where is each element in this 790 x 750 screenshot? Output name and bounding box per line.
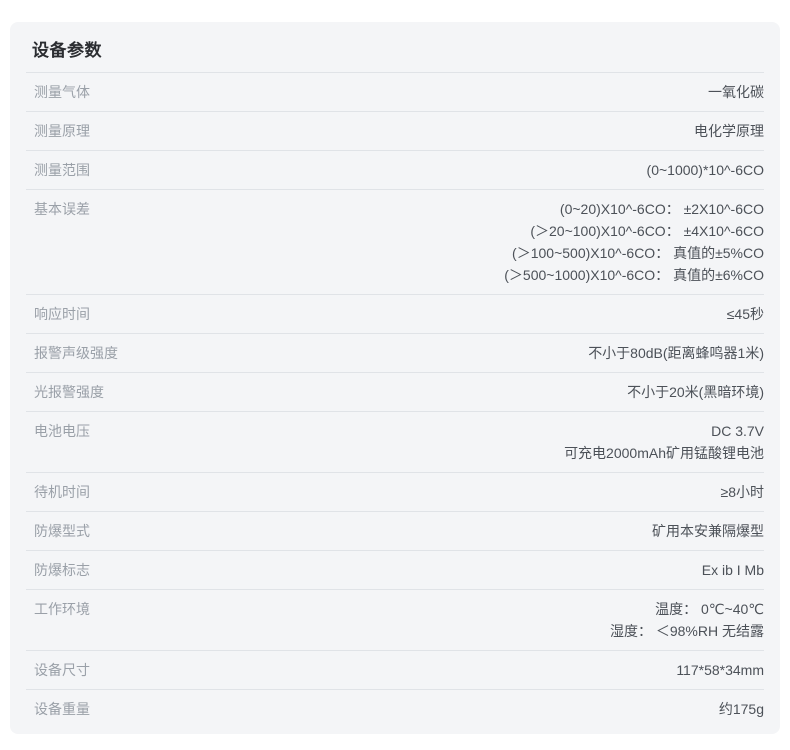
spec-label: 防爆标志 [26,559,90,581]
spec-value: ≥8小时 [90,481,764,503]
spec-value-line: 约175g [90,698,764,720]
spec-label: 待机时间 [26,481,90,503]
device-parameters-card: 设备参数 测量气体 一氧化碳 测量原理 电化学原理 测量范围 (0~1000)*… [10,22,780,734]
spec-value-line: 温度： 0℃~40℃ [90,598,764,620]
spec-value: (0~1000)*10^-6CO [90,159,764,181]
spec-label: 设备尺寸 [26,659,90,681]
spec-label: 设备重量 [26,698,90,720]
table-row: 电池电压 DC 3.7V可充电2000mAh矿用锰酸锂电池 [26,411,764,472]
spec-table: 测量气体 一氧化碳 测量原理 电化学原理 测量范围 (0~1000)*10^-6… [26,72,764,728]
table-row: 测量气体 一氧化碳 [26,72,764,111]
spec-value-line: 117*58*34mm [90,659,764,681]
spec-value: 一氧化碳 [90,81,764,103]
spec-label: 测量气体 [26,81,90,103]
spec-value: ≤45秒 [90,303,764,325]
spec-value: 117*58*34mm [90,659,764,681]
spec-value-line: (＞20~100)X10^-6CO： ±4X10^-6CO [90,220,764,242]
spec-value-line: (0~1000)*10^-6CO [90,159,764,181]
spec-value-line: 不小于20米(黑暗环境) [104,381,764,403]
table-row: 待机时间 ≥8小时 [26,472,764,511]
table-row: 工作环境 温度： 0℃~40℃湿度： ＜98%RH 无结露 [26,589,764,650]
spec-label: 报警声级强度 [26,342,118,364]
spec-value: 温度： 0℃~40℃湿度： ＜98%RH 无结露 [90,598,764,642]
spec-label: 光报警强度 [26,381,104,403]
spec-label: 基本误差 [26,198,90,220]
table-row: 测量原理 电化学原理 [26,111,764,150]
spec-value-line: 湿度： ＜98%RH 无结露 [90,620,764,642]
page-title: 设备参数 [26,22,764,72]
table-row: 防爆标志 Ex ib I Mb [26,550,764,589]
spec-value-line: (＞500~1000)X10^-6CO： 真值的±6%CO [90,264,764,286]
spec-value-line: DC 3.7V [90,420,764,442]
spec-value: 不小于80dB(距离蜂鸣器1米) [118,342,764,364]
table-row: 光报警强度 不小于20米(黑暗环境) [26,372,764,411]
spec-label: 测量原理 [26,120,90,142]
table-row: 防爆型式 矿用本安兼隔爆型 [26,511,764,550]
spec-label: 响应时间 [26,303,90,325]
spec-value-line: ≤45秒 [90,303,764,325]
spec-value-line: ≥8小时 [90,481,764,503]
table-row: 报警声级强度 不小于80dB(距离蜂鸣器1米) [26,333,764,372]
spec-value-line: 不小于80dB(距离蜂鸣器1米) [118,342,764,364]
spec-value: Ex ib I Mb [90,559,764,581]
spec-value: 电化学原理 [90,120,764,142]
spec-label: 测量范围 [26,159,90,181]
table-row: 设备重量 约175g [26,689,764,728]
spec-value-line: (0~20)X10^-6CO： ±2X10^-6CO [90,198,764,220]
spec-value-line: 电化学原理 [90,120,764,142]
table-row: 设备尺寸 117*58*34mm [26,650,764,689]
spec-value: 不小于20米(黑暗环境) [104,381,764,403]
spec-value: 约175g [90,698,764,720]
spec-label: 工作环境 [26,598,90,620]
spec-value: 矿用本安兼隔爆型 [90,520,764,542]
spec-value: DC 3.7V可充电2000mAh矿用锰酸锂电池 [90,420,764,464]
spec-value-line: 一氧化碳 [90,81,764,103]
spec-value: (0~20)X10^-6CO： ±2X10^-6CO(＞20~100)X10^-… [90,198,764,286]
spec-value-line: 可充电2000mAh矿用锰酸锂电池 [90,442,764,464]
spec-label: 防爆型式 [26,520,90,542]
spec-value-line: Ex ib I Mb [90,559,764,581]
spec-value-line: 矿用本安兼隔爆型 [90,520,764,542]
table-row: 测量范围 (0~1000)*10^-6CO [26,150,764,189]
spec-value-line: (＞100~500)X10^-6CO： 真值的±5%CO [90,242,764,264]
table-row: 响应时间 ≤45秒 [26,294,764,333]
table-row: 基本误差 (0~20)X10^-6CO： ±2X10^-6CO(＞20~100)… [26,189,764,294]
spec-label: 电池电压 [26,420,90,442]
